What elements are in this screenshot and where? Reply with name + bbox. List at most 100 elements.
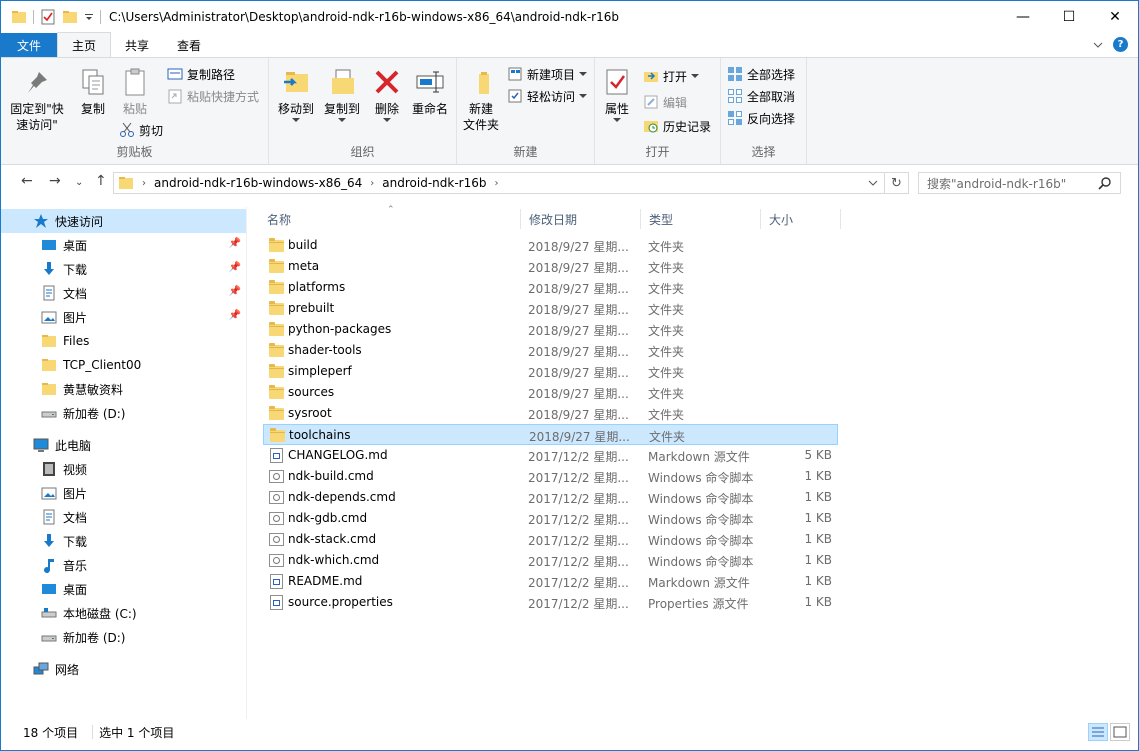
chevron-down-icon[interactable] (1093, 40, 1103, 50)
breadcrumb-item[interactable]: android-ndk-r16b-windows-x86_64 (154, 176, 362, 190)
nav-item-tcp-client[interactable]: TCP_Client00 (1, 353, 246, 377)
file-row[interactable]: ndk-build.cmd 2017/12/2 星期... Windows 命令脚本… (263, 466, 838, 487)
large-icons-view-button[interactable] (1110, 723, 1130, 741)
move-to-button[interactable]: 移动到 (273, 66, 319, 123)
file-date: 2017/12/2 星期... (528, 492, 629, 506)
file-row[interactable]: sources 2018/9/27 星期... 文件夹 (263, 382, 838, 403)
nav-item-videos[interactable]: 视频 (1, 457, 246, 481)
nav-item-folder[interactable]: 黄慧敏资料 (1, 377, 246, 401)
file-row[interactable]: source.properties 2017/12/2 星期... Properti… (263, 592, 838, 613)
select-all-button[interactable]: 全部选择 (727, 64, 795, 84)
pin-icon[interactable]: 📌 (229, 286, 241, 297)
select-none-button[interactable]: 全部取消 (727, 86, 795, 106)
tab-share[interactable]: 共享 (111, 33, 163, 57)
forward-arrow-icon[interactable]: → (49, 173, 61, 189)
script-file-icon (269, 469, 285, 483)
pin-icon[interactable]: 📌 (229, 262, 241, 273)
document-file-icon (269, 595, 285, 610)
delete-button[interactable]: 删除 (367, 66, 407, 123)
nav-item-drive-d[interactable]: 新加卷 (D:) (1, 401, 246, 425)
rename-button[interactable]: 重命名 (407, 66, 453, 117)
copy-to-button[interactable]: 复制到 (319, 66, 365, 123)
pin-to-quick-access-button[interactable]: 固定到"快 速访问" (9, 66, 65, 133)
nav-item-downloads[interactable]: 下载 📌 (1, 257, 246, 281)
nav-label: 黄慧敏资料 (63, 382, 124, 397)
pin-icon[interactable]: 📌 (229, 238, 241, 249)
nav-item-drive-c[interactable]: 本地磁盘 (C:) (1, 601, 246, 625)
file-row[interactable]: README.md 2017/12/2 星期... Markdown 源文件 1 KB (263, 571, 838, 592)
file-row[interactable]: ndk-depends.cmd 2017/12/2 星期... Windows 命令… (263, 487, 838, 508)
nav-item-files[interactable]: Files (1, 329, 246, 353)
up-arrow-icon[interactable]: ↑ (95, 173, 107, 189)
file-row[interactable]: sysroot 2018/9/27 星期... 文件夹 (263, 403, 838, 424)
chevron-down-icon[interactable] (84, 9, 94, 25)
folder-icon (269, 280, 285, 294)
easy-access-button[interactable]: 轻松访问 (507, 86, 588, 106)
nav-item-drive-d[interactable]: 新加卷 (D:) (1, 625, 246, 649)
new-folder-button[interactable]: 新建 文件夹 (459, 66, 503, 133)
file-row[interactable]: simpleperf 2018/9/27 星期... 文件夹 (263, 361, 838, 382)
minimize-button[interactable]: — (1000, 1, 1046, 32)
edit-button[interactable]: 编辑 (643, 92, 687, 112)
tab-home[interactable]: 主页 (57, 32, 112, 57)
breadcrumb-chevron-icon[interactable]: › (370, 178, 374, 189)
history-label: 历史记录 (663, 119, 712, 134)
search-input[interactable]: 搜索"android-ndk-r16b" (918, 172, 1121, 194)
help-icon[interactable]: ? (1113, 37, 1128, 52)
pin-icon[interactable]: 📌 (229, 310, 241, 321)
copy-button[interactable]: 复制 (73, 66, 113, 117)
nav-network[interactable]: 网络 (1, 657, 246, 681)
column-header-date[interactable]: 修改日期 (521, 209, 641, 229)
file-row[interactable]: ndk-gdb.cmd 2017/12/2 星期... Windows 命令脚本 1 … (263, 508, 838, 529)
tab-file[interactable]: 文件 (1, 33, 58, 57)
breadcrumb-chevron-icon[interactable]: › (494, 178, 498, 189)
column-header-size[interactable]: 大小 (761, 209, 841, 229)
nav-item-pictures[interactable]: 图片 (1, 481, 246, 505)
nav-quick-access[interactable]: 快速访问 (1, 209, 246, 233)
file-row[interactable]: build 2018/9/27 星期... 文件夹 (263, 235, 838, 256)
file-row[interactable]: meta 2018/9/27 星期... 文件夹 (263, 256, 838, 277)
maximize-button[interactable]: ☐ (1046, 1, 1092, 32)
nav-item-pictures[interactable]: 图片 📌 (1, 305, 246, 329)
paste-shortcut-button[interactable]: 粘贴快捷方式 (167, 86, 259, 106)
back-arrow-icon[interactable]: ← (21, 173, 33, 189)
search-icon[interactable] (1098, 176, 1112, 190)
breadcrumb-item[interactable]: android-ndk-r16b (382, 176, 486, 190)
column-header-type[interactable]: 类型 (641, 209, 761, 229)
file-row[interactable]: platforms 2018/9/27 星期... 文件夹 (263, 277, 838, 298)
file-row[interactable]: toolchains 2018/9/27 星期... 文件夹 (263, 424, 838, 445)
file-row[interactable]: python-packages 2018/9/27 星期... 文件夹 (263, 319, 838, 340)
copy-path-button[interactable]: 复制路径 (167, 64, 235, 84)
new-item-button[interactable]: 新建项目 (507, 64, 588, 84)
file-row[interactable]: ndk-stack.cmd 2017/12/2 星期... Windows 命令脚本… (263, 529, 838, 550)
properties-button[interactable]: 属性 (599, 66, 635, 123)
details-view-button[interactable] (1088, 723, 1108, 741)
properties-icon[interactable] (40, 9, 56, 25)
column-header-name[interactable]: ⌃ 名称 (259, 205, 521, 229)
file-row[interactable]: ndk-which.cmd 2017/12/2 星期... Windows 命令脚本… (263, 550, 838, 571)
open-button[interactable]: 打开 (643, 66, 700, 86)
file-row[interactable]: CHANGELOG.md 2017/12/2 星期... Markdown 源文件 5… (263, 445, 838, 466)
history-button[interactable]: 历史记录 (643, 116, 711, 136)
file-row[interactable]: prebuilt 2018/9/27 星期... 文件夹 (263, 298, 838, 319)
breadcrumb-chevron-icon[interactable]: › (142, 178, 146, 189)
nav-item-documents[interactable]: 文档 📌 (1, 281, 246, 305)
refresh-button[interactable]: ↻ (885, 172, 909, 194)
new-folder-icon[interactable] (62, 9, 78, 25)
nav-item-documents[interactable]: 文档 (1, 505, 246, 529)
invert-selection-button[interactable]: 反向选择 (727, 108, 795, 128)
tab-view[interactable]: 查看 (163, 33, 215, 57)
file-row[interactable]: shader-tools 2018/9/27 星期... 文件夹 (263, 340, 838, 361)
close-button[interactable]: ✕ (1092, 1, 1138, 32)
address-bar[interactable]: › android-ndk-r16b-windows-x86_64 › andr… (113, 172, 885, 194)
paste-button[interactable]: 粘贴 (115, 66, 155, 117)
chevron-down-icon[interactable]: ⌄ (75, 177, 83, 188)
nav-item-desktop[interactable]: 桌面 📌 (1, 233, 246, 257)
cut-button[interactable]: 剪切 (119, 120, 163, 140)
navigation-pane: 快速访问 桌面 📌 下载 📌 文档 📌 图片 📌 Files TCP_Clien… (1, 207, 247, 719)
chevron-down-icon[interactable] (868, 180, 878, 188)
nav-item-music[interactable]: 音乐 (1, 553, 246, 577)
nav-this-pc[interactable]: 此电脑 (1, 433, 246, 457)
nav-item-desktop[interactable]: 桌面 (1, 577, 246, 601)
nav-item-downloads[interactable]: 下载 (1, 529, 246, 553)
